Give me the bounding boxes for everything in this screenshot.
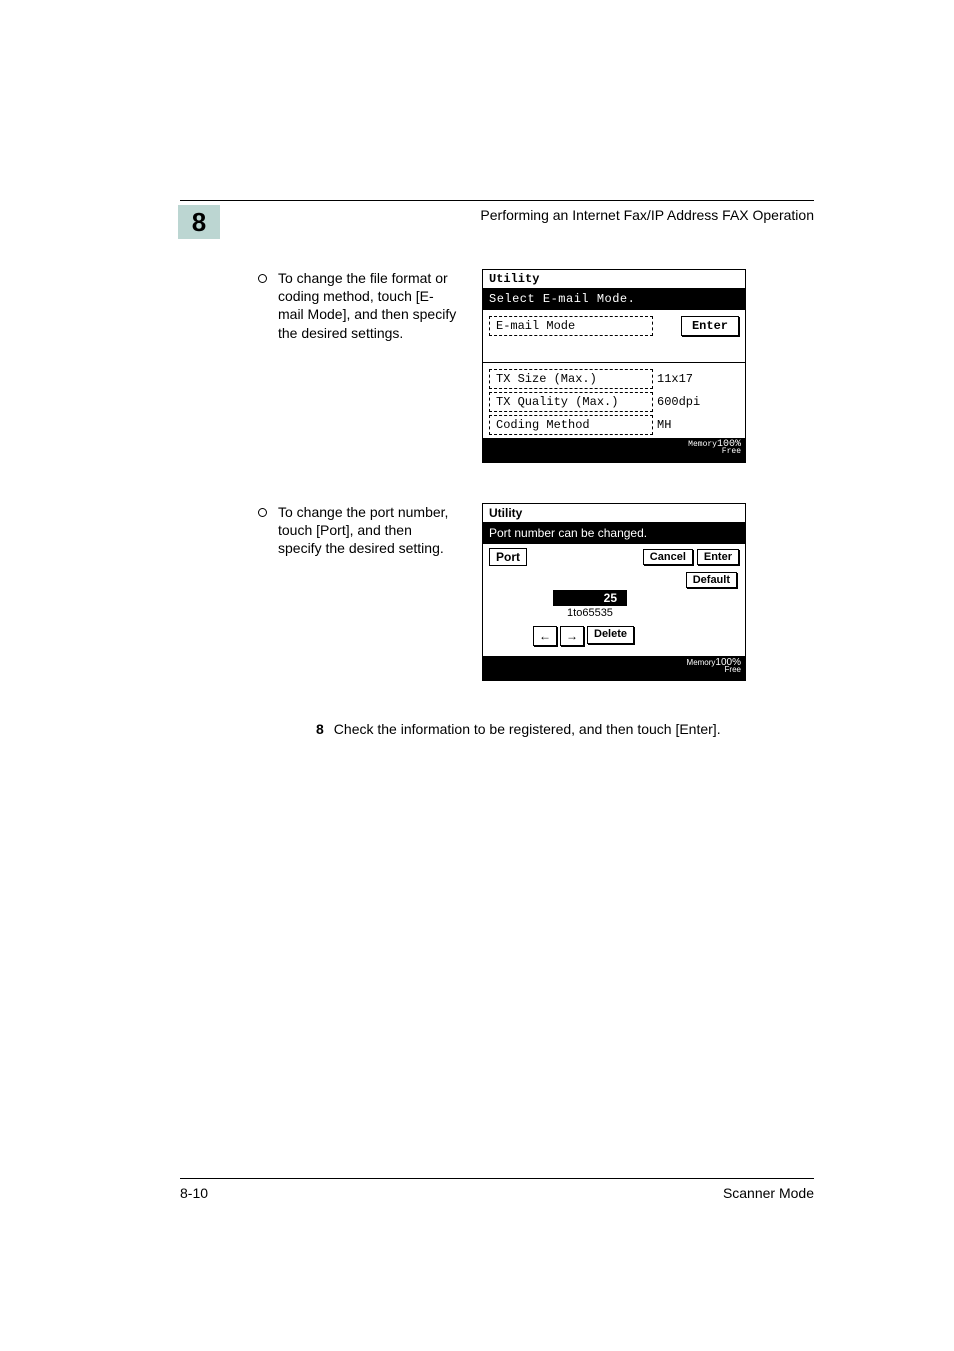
header-rule: 8 Performing an Internet Fax/IP Address …	[180, 200, 814, 229]
email-mode-button[interactable]: E-mail Mode	[489, 316, 653, 336]
row-port: To change the port number, touch [Port],…	[258, 503, 814, 681]
content-area: To change the file format or coding meth…	[258, 269, 814, 737]
lcd1-title: Utility	[483, 270, 745, 289]
tx-size-value: 11x17	[657, 372, 693, 386]
lcd2-footer: Memory100% Free	[483, 656, 745, 680]
tx-size-row: TX Size (Max.) 11x17	[489, 369, 739, 389]
port-button[interactable]: Port	[489, 548, 527, 566]
left-arrow-button[interactable]: ←	[533, 626, 557, 646]
enter-button-port[interactable]: Enter	[697, 549, 739, 565]
lcd1-email-row: E-mail Mode Enter	[483, 310, 745, 363]
port-value: 25	[553, 590, 627, 606]
chapter-number: 8	[178, 205, 220, 239]
page-footer: 8-10 Scanner Mode	[180, 1178, 814, 1201]
step-number: 8	[316, 721, 324, 737]
step-text: Check the information to be registered, …	[334, 721, 721, 737]
lcd1-footer: Memory100% Free	[483, 438, 745, 462]
header-title: Performing an Internet Fax/IP Address FA…	[480, 207, 814, 223]
arrow-row: ← → Delete	[533, 626, 634, 646]
port-range: 1to65535	[553, 607, 627, 619]
coding-method-value: MH	[657, 418, 671, 432]
right-arrow-button[interactable]: →	[560, 626, 584, 646]
tx-quality-row: TX Quality (Max.) 600dpi	[489, 392, 739, 412]
doc-title: Scanner Mode	[723, 1185, 814, 1201]
default-button[interactable]: Default	[686, 572, 737, 588]
cancel-button[interactable]: Cancel	[643, 549, 693, 565]
lcd2-body: Port Cancel Enter Default 25 1to65535 ← …	[483, 544, 745, 656]
page: 8 Performing an Internet Fax/IP Address …	[0, 0, 954, 1351]
bullet-port: To change the port number, touch [Port],…	[258, 503, 458, 558]
lcd1-prompt: Select E-mail Mode.	[483, 289, 745, 310]
page-number: 8-10	[180, 1185, 208, 1201]
row-email-mode: To change the file format or coding meth…	[258, 269, 814, 463]
bullet-email-mode: To change the file format or coding meth…	[258, 269, 458, 342]
value-row: 25 1to65535	[553, 590, 627, 619]
tx-quality-button[interactable]: TX Quality (Max.)	[489, 392, 653, 412]
step-8: 8 Check the information to be registered…	[316, 721, 814, 737]
memory-label: Memory	[688, 441, 717, 449]
tx-quality-value: 600dpi	[657, 395, 700, 409]
lcd-email-mode: Utility Select E-mail Mode. E-mail Mode …	[482, 269, 746, 463]
lcd-port: Utility Port number can be changed. Port…	[482, 503, 746, 681]
enter-button[interactable]: Enter	[681, 316, 739, 336]
free-label: Free	[722, 448, 741, 456]
memory-label-2: Memory	[687, 659, 716, 667]
tx-size-button[interactable]: TX Size (Max.)	[489, 369, 653, 389]
free-label-2: Free	[725, 666, 741, 674]
lcd1-settings: TX Size (Max.) 11x17 TX Quality (Max.) 6…	[483, 363, 745, 435]
port-line: Port Cancel Enter	[489, 548, 739, 566]
lcd2-prompt: Port number can be changed.	[483, 523, 745, 544]
delete-button[interactable]: Delete	[587, 626, 634, 644]
coding-row: Coding Method MH	[489, 415, 739, 435]
coding-method-button[interactable]: Coding Method	[489, 415, 653, 435]
lcd2-title: Utility	[483, 504, 745, 523]
